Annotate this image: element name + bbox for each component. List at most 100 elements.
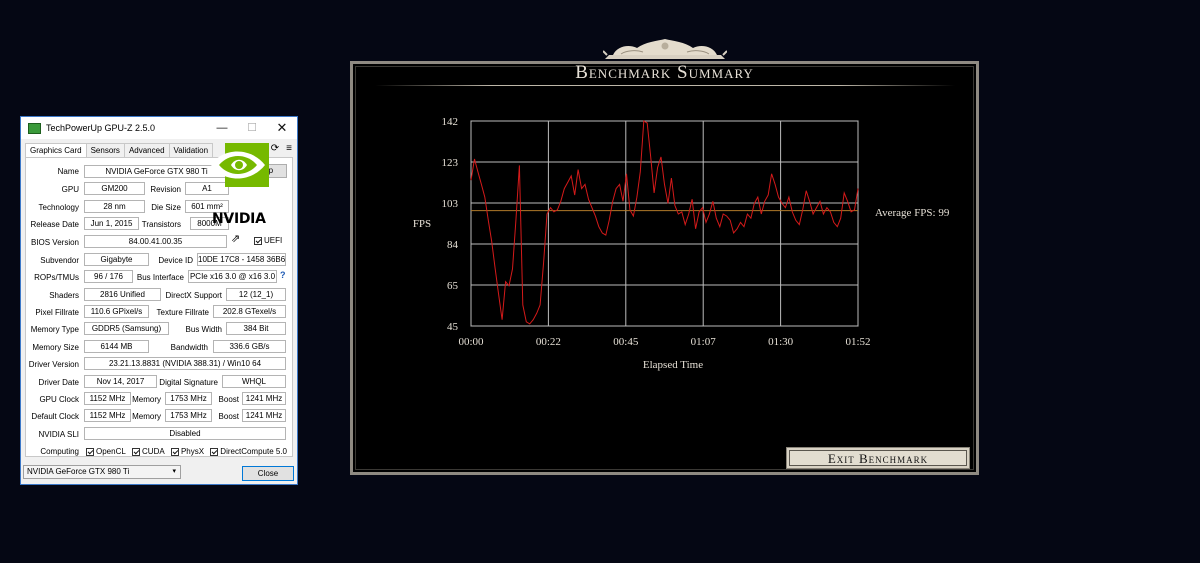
uefi-label: UEFI — [264, 236, 283, 245]
chevron-down-icon: ▾ — [172, 468, 176, 475]
subvendor-value: Gigabyte — [84, 253, 149, 266]
transistors-label: Transistors — [141, 220, 181, 229]
bios-version-label: BIOS Version — [30, 238, 79, 247]
texture-fillrate-value: 202.8 GTexel/s — [213, 305, 286, 318]
x-tick-label: 00:22 — [536, 336, 561, 348]
exit-benchmark-button[interactable]: Exit Benchmark — [786, 447, 970, 469]
refresh-icon[interactable]: ⟳ — [271, 143, 279, 155]
release-date-value: Jun 1, 2015 — [84, 217, 139, 230]
name-value: NVIDIA GeForce GTX 980 Ti — [84, 165, 229, 178]
benchmark-title: Benchmark Summary — [575, 62, 754, 83]
y-tick-label: 84 — [447, 239, 459, 251]
default-clock-value: 1152 MHz — [84, 409, 131, 422]
computing-label: Computing — [40, 447, 79, 456]
technology-value: 28 nm — [84, 200, 145, 213]
bandwidth-label: Bandwidth — [170, 343, 208, 352]
default-memory-label: Memory — [132, 412, 161, 421]
gpu-value: GM200 — [84, 182, 145, 195]
x-axis-label: Elapsed Time — [643, 359, 703, 371]
x-tick-label: 01:30 — [768, 336, 794, 348]
x-tick-label: 00:45 — [613, 336, 639, 348]
close-window-button[interactable]: ✕ — [267, 117, 297, 139]
bus-width-label: Bus Width — [185, 325, 222, 334]
device-id-value: 10DE 17C8 - 1458 36B6 — [197, 253, 286, 266]
x-tick-labels: 00:00 00:22 00:45 01:07 01:30 01:52 — [458, 336, 870, 348]
nvidia-eye-logo-icon — [211, 143, 269, 187]
digital-signature-label: Digital Signature — [159, 378, 218, 387]
memory-size-value: 6144 MB — [84, 340, 149, 353]
physx-checkbox[interactable]: PhysX — [170, 447, 205, 456]
share-icon[interactable]: ⇗ — [231, 233, 240, 245]
gpu-select-value: NVIDIA GeForce GTX 980 Ti — [27, 467, 130, 476]
nvidia-sli-label: NVIDIA SLI — [38, 430, 79, 439]
bios-version-value: 84.00.41.00.35 — [84, 235, 227, 248]
gpu-memory-value: 1753 MHz — [165, 392, 212, 405]
nvidia-wordmark: NVIDIA — [212, 211, 266, 227]
directcompute-check-icon — [210, 447, 219, 456]
exit-benchmark-label: Exit Benchmark — [789, 450, 967, 466]
crest-ornament-icon — [603, 39, 727, 59]
driver-version-value: 23.21.13.8831 (NVIDIA 388.31) / Win10 64 — [84, 357, 286, 370]
uefi-check-icon — [254, 236, 262, 245]
name-label: Name — [57, 167, 79, 176]
y-tick-labels: 45 65 84 103 123 142 — [442, 116, 459, 333]
driver-version-label: Driver Version — [28, 360, 79, 369]
help-icon[interactable]: ? — [280, 270, 286, 281]
shaders-label: Shaders — [49, 291, 79, 300]
menu-icon[interactable]: ≡ — [286, 143, 292, 155]
x-tick-label: 01:52 — [845, 336, 870, 348]
gpu-boost-value: 1241 MHz — [242, 392, 286, 405]
gpuz-title: TechPowerUp GPU-Z 2.5.0 — [46, 123, 156, 133]
maximize-button[interactable]: ☐ — [237, 117, 267, 139]
cuda-checkbox[interactable]: CUDA — [132, 447, 165, 456]
fps-chart: 45 65 84 103 123 142 00:00 00:22 00:45 01:07 01:3… — [413, 116, 950, 371]
gpuz-titlebar[interactable]: TechPowerUp GPU-Z 2.5.0 — ☐ ✕ — [21, 117, 297, 139]
opencl-checkbox[interactable]: OpenCL — [86, 447, 126, 456]
computing-checkboxes: OpenCL CUDA PhysX DirectCompute 5.0 — [86, 446, 291, 457]
y-tick-label: 123 — [442, 157, 459, 169]
rops-tmus-value: 96 / 176 — [84, 270, 133, 283]
memory-size-label: Memory Size — [32, 343, 79, 352]
tab-sensors[interactable]: Sensors — [85, 143, 125, 157]
shaders-value: 2816 Unified — [84, 288, 161, 301]
average-fps-label: Average FPS: 99.6 — [875, 207, 950, 219]
tab-graphics-card[interactable]: Graphics Card — [25, 143, 87, 158]
revision-label: Revision — [150, 185, 181, 194]
digital-signature-value: WHQL — [222, 375, 286, 388]
subvendor-label: Subvendor — [40, 256, 79, 265]
gpu-select-dropdown[interactable]: NVIDIA GeForce GTX 980 Ti ▾ — [23, 465, 181, 479]
memory-type-label: Memory Type — [30, 325, 79, 334]
default-boost-label: Boost — [218, 412, 239, 421]
bus-width-value: 384 Bit — [226, 322, 286, 335]
default-boost-value: 1241 MHz — [242, 409, 286, 422]
y-tick-label: 142 — [442, 116, 459, 128]
gpu-clock-value: 1152 MHz — [84, 392, 131, 405]
x-tick-label: 00:00 — [458, 336, 484, 348]
directcompute-label: DirectCompute 5.0 — [220, 447, 287, 456]
directx-value: 12 (12_1) — [226, 288, 286, 301]
bus-interface-value: PCIe x16 3.0 @ x16 3.0 — [188, 270, 277, 283]
nvidia-sli-value: Disabled — [84, 427, 286, 440]
uefi-checkbox[interactable]: UEFI — [254, 235, 282, 246]
gpu-clock-label: GPU Clock — [39, 395, 79, 404]
cuda-check-icon — [132, 447, 141, 456]
opencl-check-icon — [86, 447, 94, 456]
bus-interface-label: Bus Interface — [136, 273, 184, 282]
cuda-label: CUDA — [142, 447, 165, 456]
tab-advanced[interactable]: Advanced — [123, 143, 170, 157]
directx-label: DirectX Support — [165, 291, 222, 300]
default-clock-label: Default Clock — [31, 412, 79, 421]
driver-date-value: Nov 14, 2017 — [84, 375, 157, 388]
minimize-button[interactable]: — — [207, 117, 237, 139]
directcompute-checkbox[interactable]: DirectCompute 5.0 — [210, 447, 287, 456]
y-tick-label: 103 — [442, 198, 459, 210]
opencl-label: OpenCL — [96, 447, 126, 456]
y-tick-label: 45 — [447, 321, 459, 333]
y-axis-label: FPS — [413, 218, 431, 230]
tab-validation[interactable]: Validation — [168, 143, 214, 157]
title-divider — [375, 85, 955, 86]
close-button[interactable]: Close — [242, 466, 294, 481]
physx-label: PhysX — [180, 447, 205, 456]
default-memory-value: 1753 MHz — [165, 409, 212, 422]
gpu-boost-label: Boost — [218, 395, 239, 404]
